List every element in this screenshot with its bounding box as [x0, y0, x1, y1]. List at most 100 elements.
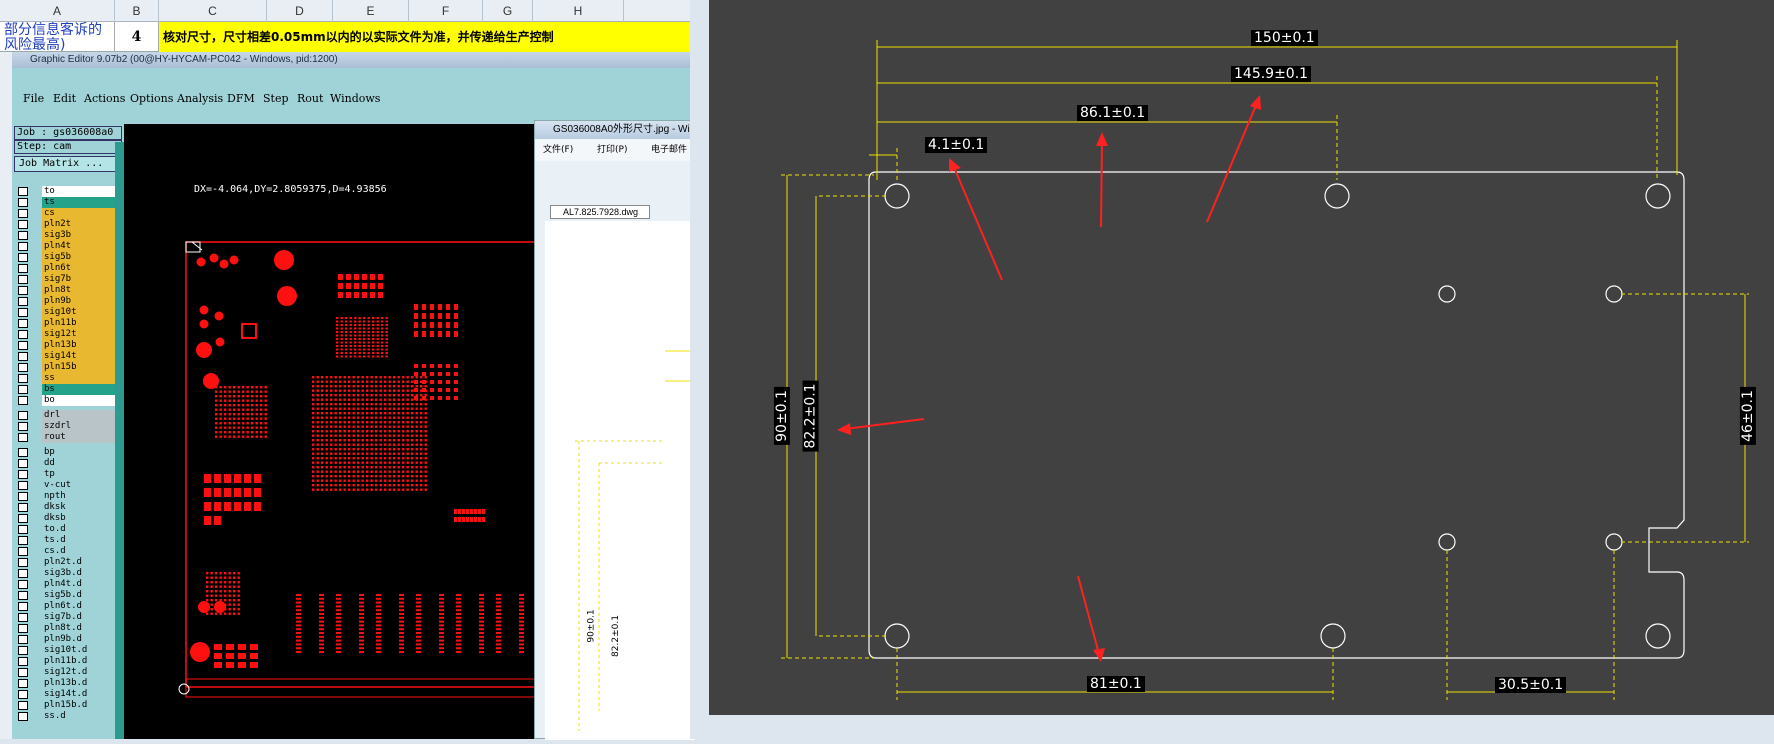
- layer-row[interactable]: cs: [16, 208, 122, 219]
- menu-options[interactable]: Options: [130, 92, 173, 105]
- viewer-menu-print[interactable]: 打印(P): [597, 139, 627, 161]
- layer-checkbox[interactable]: [18, 602, 28, 611]
- layer-checkbox[interactable]: [18, 448, 28, 457]
- layer-checkbox[interactable]: [18, 363, 28, 372]
- layer-row[interactable]: sig3b: [16, 230, 122, 241]
- layer-row[interactable]: pln6t: [16, 263, 122, 274]
- layer-checkbox[interactable]: [18, 624, 28, 633]
- layer-checkbox[interactable]: [18, 558, 28, 567]
- layer-checkbox[interactable]: [18, 220, 28, 229]
- layer-row[interactable]: pln15b.d: [16, 700, 122, 711]
- menu-rout[interactable]: Rout: [297, 92, 323, 105]
- layer-row[interactable]: pln2t.d: [16, 557, 122, 568]
- menu-edit[interactable]: Edit: [53, 92, 76, 105]
- layer-row[interactable]: to: [16, 186, 122, 197]
- layer-checkbox[interactable]: [18, 514, 28, 523]
- layer-checkbox[interactable]: [18, 470, 28, 479]
- column-header-c[interactable]: C: [159, 0, 267, 22]
- layer-row[interactable]: sig3b.d: [16, 568, 122, 579]
- column-header-g[interactable]: G: [483, 0, 533, 22]
- layer-checkbox[interactable]: [18, 433, 28, 442]
- layer-row[interactable]: pln2t: [16, 219, 122, 230]
- layer-row[interactable]: pln4t.d: [16, 579, 122, 590]
- layer-row[interactable]: rout: [16, 432, 122, 443]
- menu-step[interactable]: Step: [263, 92, 289, 105]
- layer-row[interactable]: npth: [16, 491, 122, 502]
- layer-row[interactable]: ss: [16, 373, 122, 384]
- layer-row[interactable]: to.d: [16, 524, 122, 535]
- layer-row[interactable]: sig5b.d: [16, 590, 122, 601]
- layer-checkbox[interactable]: [18, 297, 28, 306]
- column-header-a[interactable]: A: [0, 0, 115, 22]
- viewer-menu-mail[interactable]: 电子邮件: [651, 139, 687, 161]
- cell-a[interactable]: 部分信息客诉的风险最高): [0, 22, 115, 52]
- viewer-menu-file[interactable]: 文件(F): [543, 139, 573, 161]
- layer-row[interactable]: ss.d: [16, 711, 122, 722]
- layer-row[interactable]: bo: [16, 395, 122, 406]
- layer-row[interactable]: pln8t.d: [16, 623, 122, 634]
- layer-row[interactable]: drl: [16, 410, 122, 421]
- dwg-tab[interactable]: AL7.825.7928.dwg: [550, 205, 650, 219]
- layer-checkbox[interactable]: [18, 352, 28, 361]
- layer-checkbox[interactable]: [18, 536, 28, 545]
- layer-checkbox[interactable]: [18, 547, 28, 556]
- layer-checkbox[interactable]: [18, 668, 28, 677]
- layer-checkbox[interactable]: [18, 701, 28, 710]
- layer-row[interactable]: ts: [16, 197, 122, 208]
- layer-row[interactable]: sig7b.d: [16, 612, 122, 623]
- layer-checkbox[interactable]: [18, 242, 28, 251]
- layer-row[interactable]: szdrl: [16, 421, 122, 432]
- layer-row[interactable]: pln9b.d: [16, 634, 122, 645]
- layer-row[interactable]: bs: [16, 384, 122, 395]
- layer-row[interactable]: v-cut: [16, 480, 122, 491]
- column-header-d[interactable]: D: [267, 0, 333, 22]
- layer-row[interactable]: sig12t: [16, 329, 122, 340]
- layer-checkbox[interactable]: [18, 308, 28, 317]
- layer-row[interactable]: pln11b.d: [16, 656, 122, 667]
- layer-checkbox[interactable]: [18, 481, 28, 490]
- layer-row[interactable]: sig5b: [16, 252, 122, 263]
- layer-checkbox[interactable]: [18, 712, 28, 721]
- layer-row[interactable]: tp: [16, 469, 122, 480]
- layer-checkbox[interactable]: [18, 198, 28, 207]
- layer-checkbox[interactable]: [18, 231, 28, 240]
- layer-row[interactable]: cs.d: [16, 546, 122, 557]
- column-header-b[interactable]: B: [115, 0, 159, 22]
- layer-checkbox[interactable]: [18, 330, 28, 339]
- column-header-h[interactable]: H: [533, 0, 624, 22]
- layer-checkbox[interactable]: [18, 635, 28, 644]
- menu-windows[interactable]: Windows: [330, 92, 380, 105]
- layer-scrollbar[interactable]: [115, 142, 124, 739]
- layer-checkbox[interactable]: [18, 459, 28, 468]
- column-header-f[interactable]: F: [409, 0, 483, 22]
- layer-row[interactable]: bp: [16, 447, 122, 458]
- layer-checkbox[interactable]: [18, 613, 28, 622]
- layer-row[interactable]: pln11b: [16, 318, 122, 329]
- layer-row[interactable]: dksk: [16, 502, 122, 513]
- layer-checkbox[interactable]: [18, 422, 28, 431]
- layer-checkbox[interactable]: [18, 319, 28, 328]
- layer-checkbox[interactable]: [18, 569, 28, 578]
- layer-checkbox[interactable]: [18, 690, 28, 699]
- layer-checkbox[interactable]: [18, 385, 28, 394]
- menu-file[interactable]: File: [23, 92, 44, 105]
- layer-row[interactable]: pln6t.d: [16, 601, 122, 612]
- layer-row[interactable]: dd: [16, 458, 122, 469]
- layer-row[interactable]: pln9b: [16, 296, 122, 307]
- layer-checkbox[interactable]: [18, 503, 28, 512]
- layer-row[interactable]: sig12t.d: [16, 667, 122, 678]
- job-matrix-button[interactable]: Job Matrix ...: [14, 156, 122, 172]
- menu-actions[interactable]: Actions: [84, 92, 125, 105]
- layer-checkbox[interactable]: [18, 275, 28, 284]
- layer-row[interactable]: sig7b: [16, 274, 122, 285]
- layer-checkbox[interactable]: [18, 657, 28, 666]
- layer-row[interactable]: pln4t: [16, 241, 122, 252]
- menu-analysis[interactable]: Analysis: [177, 92, 223, 105]
- layer-checkbox[interactable]: [18, 286, 28, 295]
- layer-row[interactable]: ts.d: [16, 535, 122, 546]
- layer-checkbox[interactable]: [18, 187, 28, 196]
- layer-checkbox[interactable]: [18, 411, 28, 420]
- layer-checkbox[interactable]: [18, 492, 28, 501]
- layer-checkbox[interactable]: [18, 580, 28, 589]
- layer-row[interactable]: pln8t: [16, 285, 122, 296]
